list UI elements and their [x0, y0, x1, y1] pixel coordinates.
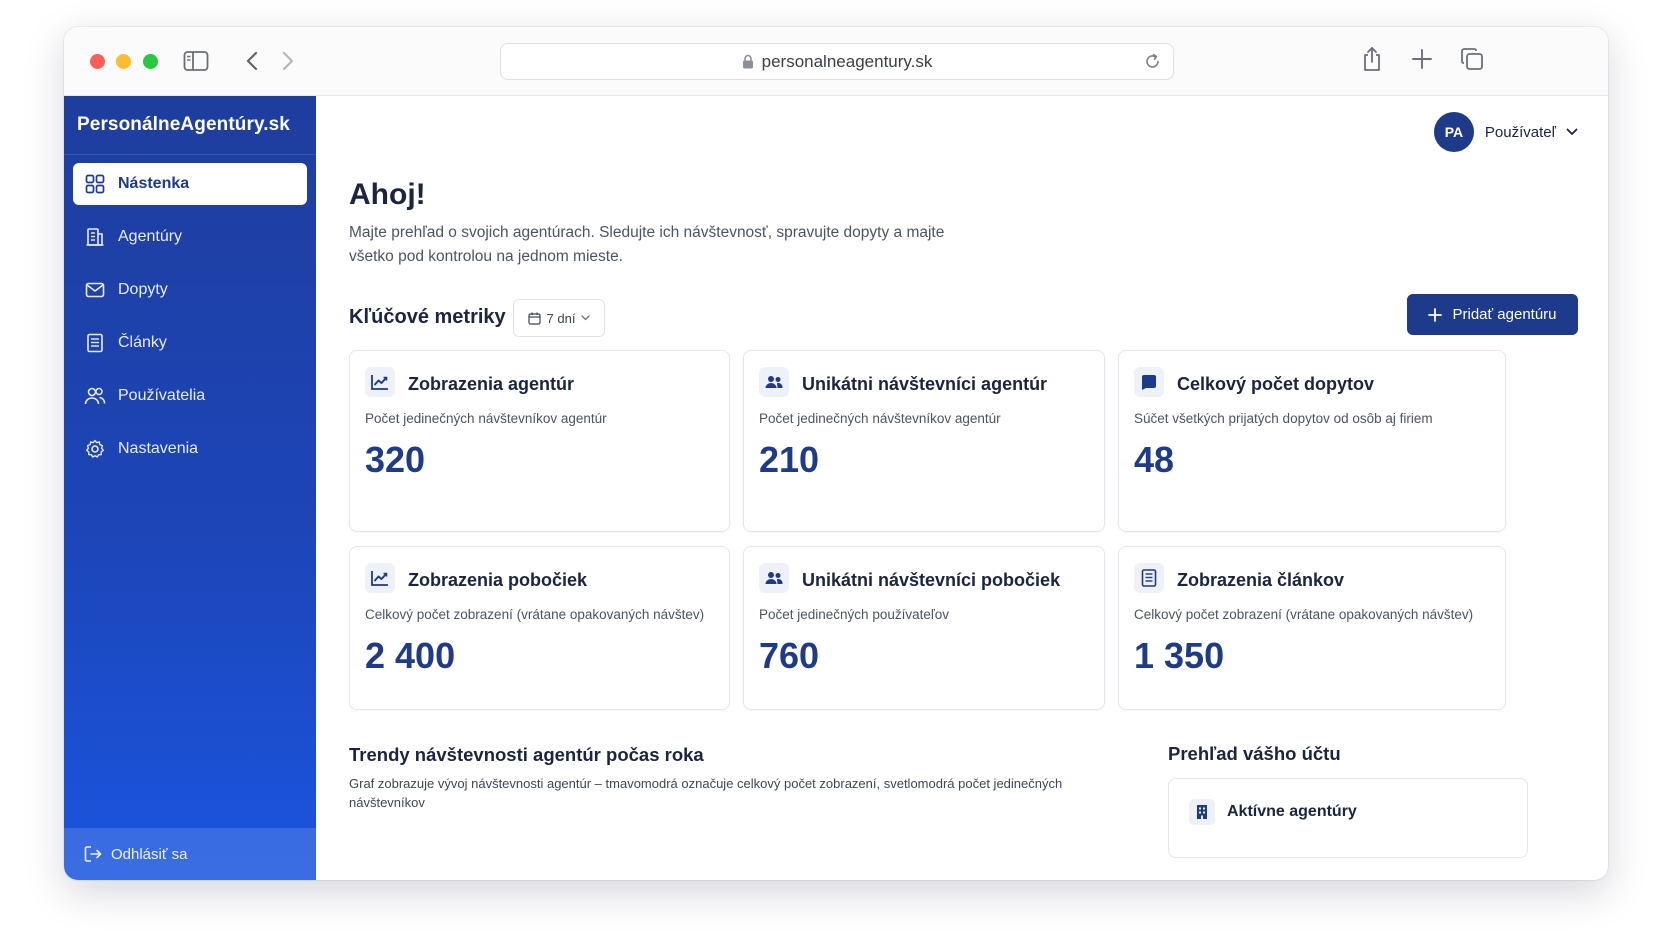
metric-value: 48	[1134, 439, 1175, 480]
sidebar: PersonálneAgentúry.sk Nástenka Agentúry …	[64, 96, 316, 880]
minimize-window-button[interactable]	[116, 54, 131, 69]
sidebar-toggle-icon[interactable]	[182, 48, 210, 74]
metric-card: Unikátni návštevníci agentúr Počet jedin…	[743, 350, 1105, 532]
article-icon	[84, 332, 106, 354]
users-icon	[84, 385, 106, 407]
metric-card: Celkový počet dopytov Súčet všetkých pri…	[1118, 350, 1506, 532]
account-item-active-agencies[interactable]: Aktívne agentúry	[1189, 799, 1357, 825]
add-agency-button[interactable]: Pridať agentúru	[1407, 294, 1578, 335]
chevron-down-icon	[581, 315, 591, 321]
dashboard-icon	[84, 173, 106, 195]
lock-icon	[742, 54, 754, 69]
article-icon	[1134, 563, 1164, 593]
metric-title: Unikátni návštevníci pobočiek	[802, 570, 1061, 590]
metric-description: Počet jedinečných používateľov	[759, 607, 950, 622]
date-range-value: 7 dní	[546, 310, 576, 326]
brand-logo[interactable]: PersonálneAgentúry.sk	[64, 96, 316, 155]
users-icon	[759, 563, 789, 593]
calendar-icon	[527, 312, 541, 325]
sidebar-nav: Nástenka Agentúry Dopyty Články Používat…	[64, 155, 316, 489]
sidebar-item-label: Články	[118, 334, 167, 351]
metric-card: Zobrazenia agentúr Počet jedinečných náv…	[349, 350, 730, 532]
avatar: PA	[1433, 112, 1474, 152]
logout-icon	[84, 845, 102, 863]
metric-description: Počet jedinečných návštevníkov agentúr	[759, 411, 1001, 426]
logout-label: Odhlásiť sa	[111, 845, 188, 863]
metric-card: Zobrazenia pobočiek Celkový počet zobraz…	[349, 546, 730, 710]
browser-toolbar: personalneagentury.sk	[64, 27, 1608, 96]
metric-card: Unikátni návštevníci pobočiek Počet jedi…	[743, 546, 1105, 710]
trend-chart-icon	[365, 563, 395, 593]
metric-value: 2 400	[365, 635, 456, 676]
sidebar-item-pouzivatelia[interactable]: Používatelia	[73, 375, 307, 417]
intro-text: Majte prehľad o svojich agentúrach. Sled…	[349, 224, 945, 265]
metric-title: Zobrazenia agentúr	[408, 374, 575, 394]
plus-icon	[1428, 307, 1443, 322]
close-window-button[interactable]	[90, 54, 105, 69]
url-text: personalneagentury.sk	[761, 51, 933, 71]
main-content: PA Používateľ Ahoj! Majte prehľad o svoj…	[316, 96, 1608, 880]
users-icon	[759, 367, 789, 397]
logout-button[interactable]: Odhlásiť sa	[64, 828, 316, 880]
metric-title: Zobrazenia článkov	[1177, 570, 1345, 590]
metric-value: 1 350	[1134, 635, 1225, 676]
sidebar-item-label: Používatelia	[118, 387, 206, 404]
page-title: Ahoj!	[349, 178, 426, 211]
account-item-label: Aktívne agentúry	[1227, 803, 1357, 820]
trend-heading: Trendy návštevnosti agentúr počas roka	[349, 744, 704, 765]
forward-icon[interactable]	[278, 49, 298, 73]
trend-description: Graf zobrazuje vývoj návštevnosti agentú…	[349, 776, 1063, 810]
tabs-overview-icon[interactable]	[1459, 46, 1485, 72]
metric-value: 760	[759, 635, 820, 676]
reload-icon[interactable]	[1144, 53, 1161, 75]
metric-description: Počet jedinečných návštevníkov agentúr	[365, 411, 607, 426]
metric-description: Celkový počet zobrazení (vrátane opakova…	[365, 607, 705, 622]
metric-title: Zobrazenia pobočiek	[408, 570, 588, 590]
sidebar-item-label: Nastavenia	[118, 440, 199, 457]
sidebar-item-label: Nástenka	[118, 175, 190, 192]
trend-chart-icon	[365, 367, 395, 397]
metric-value: 210	[759, 439, 820, 480]
metric-card: Zobrazenia článkov Celkový počet zobraze…	[1118, 546, 1506, 710]
back-icon[interactable]	[242, 49, 262, 73]
maximize-window-button[interactable]	[143, 54, 158, 69]
sidebar-item-clanky[interactable]: Články	[73, 322, 307, 364]
gear-icon	[84, 438, 106, 460]
metric-title: Unikátni návštevníci agentúr	[802, 374, 1048, 394]
sidebar-item-agentury[interactable]: Agentúry	[73, 216, 307, 258]
metric-title: Celkový počet dopytov	[1177, 374, 1375, 394]
metrics-heading: Kľúčové metriky	[349, 306, 506, 328]
sidebar-item-dopyty[interactable]: Dopyty	[73, 269, 307, 311]
sidebar-item-label: Dopyty	[118, 281, 168, 298]
mail-icon	[84, 279, 106, 301]
add-agency-label: Pridať agentúru	[1452, 306, 1557, 323]
message-icon	[1134, 367, 1164, 397]
account-card: Aktívne agentúry	[1168, 778, 1528, 858]
date-range-select[interactable]: 7 dní	[513, 299, 605, 337]
metric-description: Súčet všetkých prijatých dopytov od osôb…	[1134, 411, 1433, 426]
user-name: Používateľ	[1484, 123, 1556, 141]
metric-value: 320	[365, 439, 426, 480]
new-tab-icon[interactable]	[1409, 46, 1435, 72]
sidebar-item-nastenka[interactable]: Nástenka	[73, 163, 307, 205]
user-menu[interactable]: PA Používateľ	[1433, 112, 1578, 152]
building-icon	[84, 226, 106, 248]
metric-description: Celkový počet zobrazení (vrátane opakova…	[1134, 607, 1474, 622]
building-icon	[1189, 799, 1215, 825]
share-icon[interactable]	[1359, 44, 1385, 74]
sidebar-item-nastavenia[interactable]: Nastavenia	[73, 428, 307, 470]
account-heading: Prehľad vášho účtu	[1168, 743, 1341, 764]
sidebar-item-label: Agentúry	[118, 228, 183, 245]
chevron-down-icon	[1566, 128, 1578, 136]
browser-window: personalneagentury.sk PersonálneAgentúry…	[64, 27, 1608, 880]
address-bar[interactable]: personalneagentury.sk	[500, 43, 1174, 80]
